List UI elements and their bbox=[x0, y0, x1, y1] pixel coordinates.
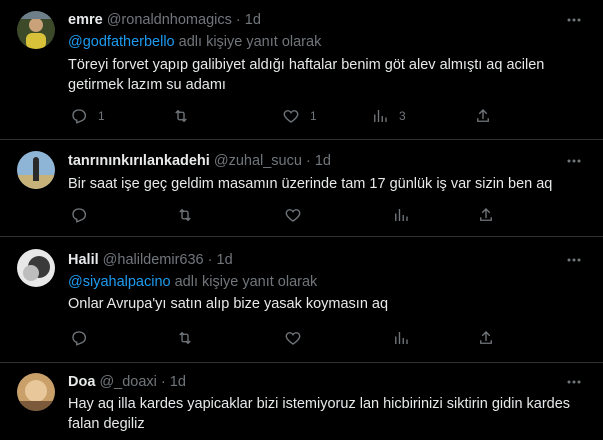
analytics-icon bbox=[395, 209, 408, 221]
tweet-actions bbox=[68, 328, 508, 348]
user-handle[interactable]: @_doaxi bbox=[99, 374, 156, 390]
retweet-icon bbox=[175, 109, 187, 123]
retweet-button[interactable] bbox=[176, 205, 194, 225]
avatar[interactable] bbox=[17, 373, 55, 411]
analytics-icon bbox=[395, 332, 408, 344]
tweet-text: Töreyi forvet yapıp galibiyet aldığı haf… bbox=[68, 57, 545, 93]
retweet-button[interactable] bbox=[176, 328, 194, 348]
views-button[interactable]: 3 bbox=[371, 106, 406, 126]
reply-icon bbox=[72, 331, 87, 346]
analytics-icon bbox=[374, 110, 387, 122]
reply-to-text: adlı kişiye yanıt olarak bbox=[174, 34, 322, 50]
display-name[interactable]: tanrınınkırılankadehi bbox=[68, 153, 210, 169]
avatar[interactable] bbox=[17, 11, 55, 49]
replying-to: @siyahalpacino adlı kişiye yanıt olarak bbox=[68, 273, 317, 291]
reply-count: 1 bbox=[98, 109, 105, 123]
tweet-text: Hay aq illa kardes yapicaklar bizi istem… bbox=[68, 396, 571, 432]
more-icon[interactable] bbox=[565, 251, 583, 269]
reply-icon bbox=[72, 208, 87, 223]
timestamp[interactable]: 1d bbox=[217, 252, 233, 268]
heart-icon bbox=[285, 332, 301, 345]
reply-to-handle[interactable]: @godfatherbello bbox=[68, 34, 175, 50]
reply-to-handle[interactable]: @siyahalpacino bbox=[68, 274, 171, 290]
user-handle[interactable]: @halildemir636 bbox=[103, 252, 204, 268]
timestamp[interactable]: 1d bbox=[170, 374, 186, 390]
like-count: 1 bbox=[310, 109, 317, 123]
tweet[interactable]: Doa @_doaxi · 1d Hay aq illa kardes yapi… bbox=[0, 363, 603, 440]
timestamp[interactable]: 1d bbox=[315, 153, 331, 169]
views-button[interactable] bbox=[392, 328, 410, 348]
separator: · bbox=[160, 374, 166, 390]
like-button[interactable]: 1 bbox=[282, 106, 317, 126]
retweet-button[interactable] bbox=[172, 106, 200, 126]
more-icon[interactable] bbox=[565, 152, 583, 170]
like-button[interactable] bbox=[284, 205, 302, 225]
share-icon bbox=[480, 331, 492, 344]
share-icon bbox=[480, 208, 492, 221]
avatar[interactable] bbox=[17, 151, 55, 189]
tweet-header: Halil @halildemir636 · 1d bbox=[68, 251, 233, 269]
avatar[interactable] bbox=[17, 249, 55, 287]
more-icon[interactable] bbox=[565, 373, 583, 391]
timestamp[interactable]: 1d bbox=[245, 12, 261, 28]
share-icon bbox=[477, 109, 489, 122]
display-name[interactable]: emre bbox=[68, 12, 103, 28]
share-button[interactable] bbox=[474, 106, 492, 126]
more-icon[interactable] bbox=[565, 11, 583, 29]
retweet-icon bbox=[179, 208, 191, 222]
tweet-header: tanrınınkırılankadehi @zuhal_sucu · 1d bbox=[68, 152, 331, 170]
reply-button[interactable] bbox=[70, 328, 88, 348]
separator: · bbox=[235, 12, 241, 28]
tweet-actions: 1 1 3 bbox=[68, 106, 508, 126]
reply-button[interactable]: 1 bbox=[70, 106, 105, 126]
reply-icon bbox=[72, 109, 87, 124]
display-name[interactable]: Halil bbox=[68, 252, 99, 268]
like-button[interactable] bbox=[284, 328, 302, 348]
tweet-header: Doa @_doaxi · 1d bbox=[68, 373, 186, 391]
tweet-header: emre @ronaldnhomagics · 1d bbox=[68, 11, 261, 29]
tweet-text: Bir saat işe geç geldim masamın üzerinde… bbox=[68, 176, 553, 192]
separator: · bbox=[305, 153, 311, 169]
retweet-icon bbox=[179, 331, 191, 345]
tweet[interactable]: Halil @halildemir636 · 1d @siyahalpacino… bbox=[0, 237, 603, 363]
heart-icon bbox=[285, 209, 301, 222]
display-name[interactable]: Doa bbox=[68, 374, 95, 390]
reply-button[interactable] bbox=[70, 205, 88, 225]
replying-to: @godfatherbello adlı kişiye yanıt olarak bbox=[68, 33, 321, 51]
tweet-text: Onlar Avrupa'yı satın alıp bize yasak ko… bbox=[68, 296, 389, 312]
tweet[interactable]: tanrınınkırılankadehi @zuhal_sucu · 1d B… bbox=[0, 140, 603, 237]
views-button[interactable] bbox=[392, 205, 410, 225]
user-handle[interactable]: @zuhal_sucu bbox=[214, 153, 302, 169]
heart-icon bbox=[283, 110, 299, 123]
view-count: 3 bbox=[399, 109, 406, 123]
reply-to-text: adlı kişiye yanıt olarak bbox=[170, 274, 318, 290]
tweet-actions bbox=[68, 205, 508, 225]
share-button[interactable] bbox=[477, 328, 495, 348]
user-handle[interactable]: @ronaldnhomagics bbox=[107, 12, 232, 28]
separator: · bbox=[207, 252, 213, 268]
tweet[interactable]: emre @ronaldnhomagics · 1d @godfatherbel… bbox=[0, 0, 603, 140]
share-button[interactable] bbox=[477, 205, 495, 225]
